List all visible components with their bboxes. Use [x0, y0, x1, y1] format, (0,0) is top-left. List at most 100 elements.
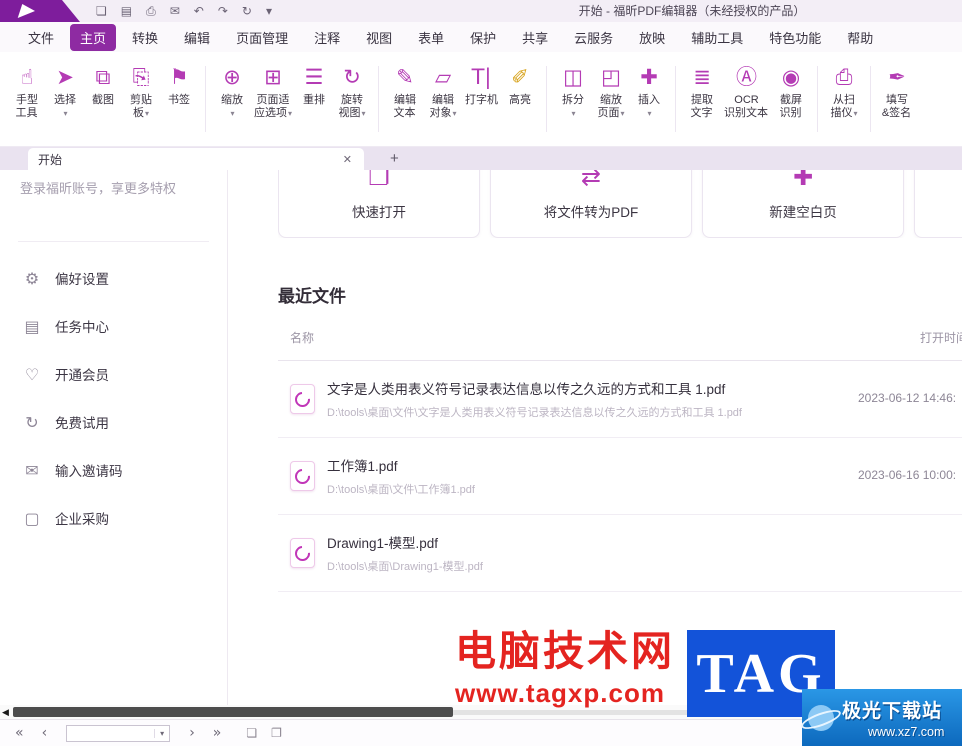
card-new-blank-page[interactable]: ✚ 新建空白页 [702, 170, 904, 238]
ribbon-highlight-button[interactable]: ✐ 高亮 [501, 60, 548, 132]
email-icon[interactable]: ✉ [170, 0, 180, 22]
redo-icon[interactable]: ↷ [218, 0, 228, 22]
login-promo-text[interactable]: 登录福昕账号，享更多特权 [18, 178, 209, 242]
menu-item-view[interactable]: 视图 [356, 24, 402, 51]
menu-item-share[interactable]: 共享 [512, 24, 558, 51]
ribbon-typewriter-button[interactable]: T| 打字机 [462, 60, 501, 122]
convert-to-pdf-icon: ⇄ [580, 170, 602, 191]
close-icon[interactable]: ✕ [341, 153, 354, 166]
invite-code-icon: ✉ [25, 460, 39, 480]
new-tab-button[interactable]: + [386, 150, 403, 167]
ribbon-rotate-view-button[interactable]: ↻ 旋转 视图▾ [333, 60, 380, 132]
menu-item-protect[interactable]: 保护 [460, 24, 506, 51]
ribbon-zoom-pages-button[interactable]: ◰ 缩放 页面▾ [592, 60, 630, 122]
facing-page-view-icon[interactable]: ❐ [271, 726, 282, 740]
menu-item-cloud-service[interactable]: 云服务 [564, 24, 623, 51]
menu-item-accessibility[interactable]: 辅助工具 [681, 24, 753, 51]
file-open-time: 2023-06-16 10:00: [858, 468, 957, 482]
next-page-button[interactable]: › [180, 725, 204, 741]
chevron-down-icon: ▾ [853, 109, 858, 118]
chevron-down-icon[interactable]: ▾ [154, 728, 169, 738]
sidebar-item-invite-code[interactable]: ✉ 输入邀请码 [0, 446, 227, 494]
menu-item-home[interactable]: 主页 [70, 23, 117, 51]
extract-text-icon: ≣ [693, 65, 711, 89]
refresh-icon[interactable]: ↻ [242, 0, 252, 22]
file-path: D:\tools\桌面\文件\工作簿1.pdf [327, 484, 475, 496]
ribbon-extract-text-button[interactable]: ≣ 提取 文字 [683, 60, 721, 122]
pdf-file-icon [290, 538, 315, 568]
ribbon-screen-ocr-button[interactable]: ◉ 截屏 识别 [772, 60, 819, 132]
split-icon: ◫ [563, 65, 583, 89]
print-icon[interactable]: ⎙ [146, 0, 156, 22]
scrollbar-thumb[interactable] [13, 707, 453, 717]
recent-file-row[interactable]: 工作簿1.pdf D:\tools\桌面\文件\工作簿1.pdf 2023-06… [278, 438, 962, 515]
column-name[interactable]: 名称 [290, 331, 314, 345]
sidebar-item-enterprise-purchase[interactable]: ▢ 企业采购 [0, 494, 227, 542]
tab-start[interactable]: 开始 ✕ [28, 148, 364, 170]
badge-site-name: 极光下载站 [842, 701, 943, 722]
ribbon-hand-tool-button[interactable]: ☝ 手型 工具 [8, 60, 46, 122]
ribbon-fill-and-sign-button[interactable]: ✒ 填写 &签名 [878, 60, 916, 122]
ribbon-zoom-button[interactable]: ⊕ 缩放 ▾ [213, 60, 251, 122]
view-mode-buttons: ❏ ❐ [246, 726, 282, 740]
scroll-left-icon[interactable]: ◀ [2, 705, 9, 719]
card-clipped-card[interactable] [914, 170, 962, 238]
menu-item-form[interactable]: 表单 [408, 24, 454, 51]
sidebar-item-preferences[interactable]: ⚙ 偏好设置 [0, 254, 227, 302]
menu-item-comment[interactable]: 注释 [304, 24, 350, 51]
previous-page-button[interactable]: ‹ [33, 725, 57, 741]
sidebar-item-task-center[interactable]: ▤ 任务中心 [0, 302, 227, 350]
insert-page-icon: ✚ [640, 65, 658, 89]
ribbon-bookmark-button[interactable]: ⚑ 书签 [160, 60, 206, 132]
edit-object-icon: ▱ [434, 65, 452, 89]
sidebar-item-label: 输入邀请码 [55, 464, 123, 479]
menu-item-file[interactable]: 文件 [18, 24, 64, 51]
ribbon-clipboard-button[interactable]: ⎘ 剪贴 板▾ [122, 60, 160, 122]
ribbon-select-tool-button[interactable]: ➤ 选择 ▾ [46, 60, 84, 122]
card-quick-open[interactable]: ❐ 快速打开 [278, 170, 480, 238]
ribbon-insert-page-button[interactable]: ✚ 插入 ▾ [630, 60, 677, 132]
card-convert-to-pdf[interactable]: ⇄ 将文件转为PDF [490, 170, 692, 238]
chevron-down-icon: ▾ [288, 109, 293, 118]
bookmark-icon: ⚑ [169, 65, 189, 89]
ribbon-edit-text-button[interactable]: ✎ 编辑 文本 [386, 60, 424, 122]
first-page-button[interactable]: « [6, 725, 33, 741]
sidebar-item-membership[interactable]: ♡ 开通会员 [0, 350, 227, 398]
customize-toolbar-icon[interactable]: ▾ [266, 0, 272, 22]
page-number-combobox[interactable]: ▾ [66, 724, 171, 742]
sidebar-item-label: 企业采购 [55, 512, 109, 527]
pdf-file-icon [290, 461, 315, 491]
menu-item-page-manage[interactable]: 页面管理 [226, 24, 298, 51]
menu-item-special-features[interactable]: 特色功能 [759, 24, 831, 51]
ribbon-ocr-recognize-text-button[interactable]: Ⓐ OCR 识别文本 [721, 60, 772, 122]
menu-item-present[interactable]: 放映 [629, 24, 675, 51]
ribbon-snapshot-button[interactable]: ⧉ 截图 [84, 60, 122, 122]
ribbon-edit-object-button[interactable]: ▱ 编辑 对象▾ [424, 60, 462, 122]
ribbon-split-button[interactable]: ◫ 拆分 ▾ [554, 60, 592, 122]
foxit-logo-icon[interactable] [0, 0, 80, 22]
ribbon-from-scanner-button[interactable]: ⎙ 从扫 描仪▾ [825, 60, 872, 132]
file-meta: Drawing1-模型.pdf D:\tools\桌面\Drawing1-模型.… [327, 532, 483, 574]
save-icon[interactable]: ▤ [121, 0, 132, 22]
recent-file-row[interactable]: 文字是人类用表义符号记录表达信息以传之久远的方式和工具 1.pdf D:\too… [278, 361, 962, 438]
ribbon-button-label: 缩放 ▾ [221, 94, 243, 118]
last-page-button[interactable]: » [204, 725, 231, 741]
ribbon-page-fit-options-button[interactable]: ⊞ 页面适 应选项▾ [251, 60, 295, 122]
single-page-view-icon[interactable]: ❏ [246, 726, 257, 740]
column-open-time[interactable]: 打开时间 [920, 329, 962, 346]
menu-item-edit[interactable]: 编辑 [174, 24, 220, 51]
zoom-pages-icon: ◰ [601, 65, 621, 89]
menu-item-convert[interactable]: 转换 [122, 24, 168, 51]
chevron-down-icon: ▾ [230, 109, 235, 118]
ribbon-toolbar: ☝ 手型 工具 ➤ 选择 ▾ ⧉ 截图 ⎘ 剪贴 板▾ ⚑ 书签 ⊕ 缩放 ▾ … [0, 52, 962, 147]
sidebar-item-free-trial[interactable]: ↻ 免费试用 [0, 398, 227, 446]
menu-item-help[interactable]: 帮助 [837, 24, 883, 51]
new-blank-page-icon: ✚ [792, 170, 814, 191]
undo-icon[interactable]: ↶ [194, 0, 204, 22]
ribbon-reflow-button[interactable]: ☰ 重排 [295, 60, 333, 122]
open-file-icon[interactable]: ❏ [96, 0, 107, 22]
screen-ocr-icon: ◉ [781, 65, 801, 89]
window-title: 开始 - 福昕PDF编辑器（未经授权的产品） [578, 4, 806, 18]
recent-file-row[interactable]: Drawing1-模型.pdf D:\tools\桌面\Drawing1-模型.… [278, 515, 962, 592]
task-center-icon: ▤ [24, 316, 40, 336]
